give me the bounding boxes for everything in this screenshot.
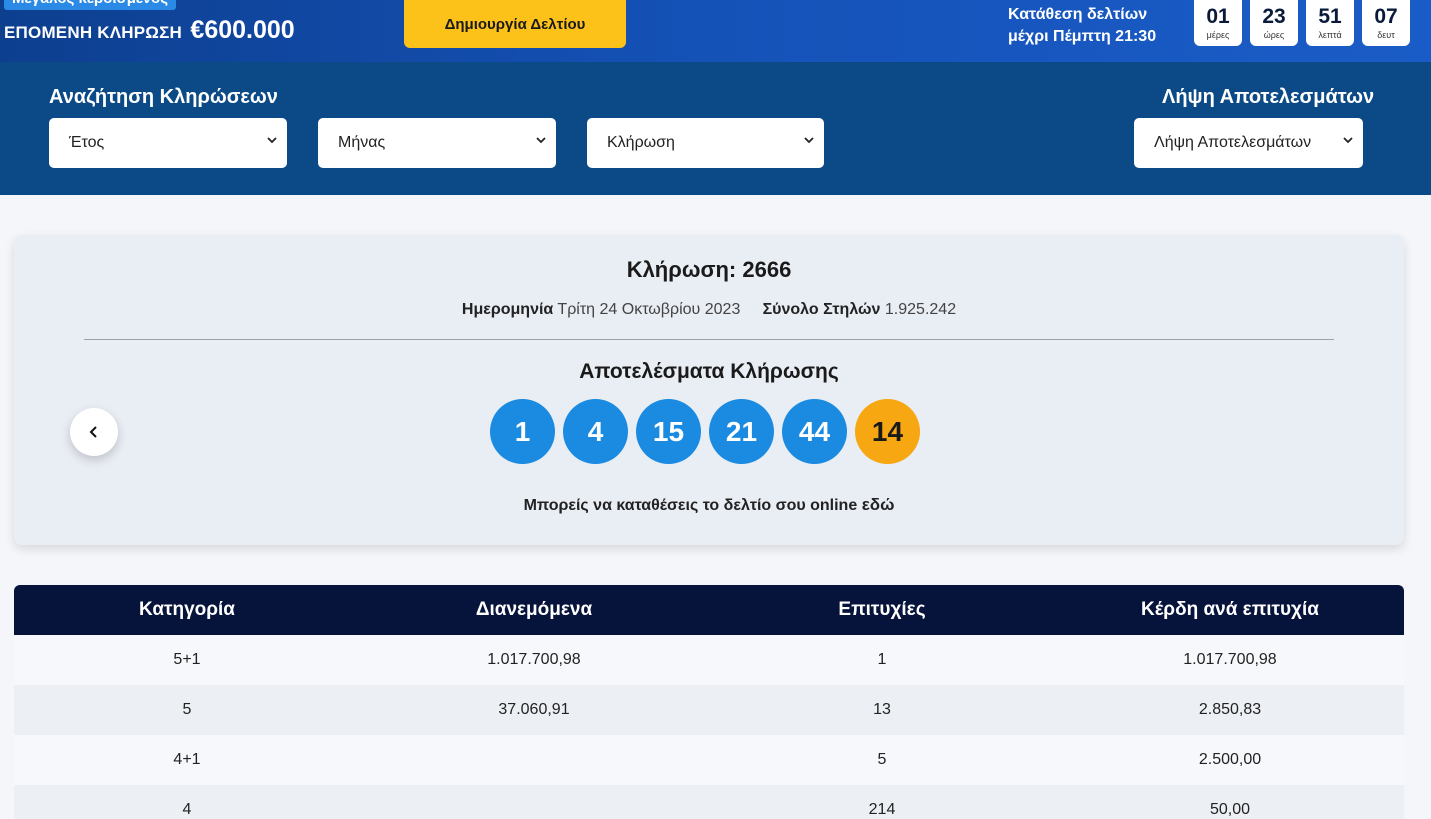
header-winners: Επιτυχίες — [838, 599, 926, 620]
table-row: 4 214 50,00 — [14, 785, 1404, 819]
countdown-minutes: 51 λεπτά — [1306, 0, 1354, 46]
online-note: Μπορείς να καταθέσεις το δελτίο σου onli… — [14, 495, 1404, 515]
online-note-text: Μπορείς να καταθέσεις το δελτίο σου onli… — [523, 497, 858, 514]
draw-title: Κλήρωση: 2666 — [626, 257, 792, 282]
year-select-value: Έτος — [69, 134, 105, 151]
countdown-seconds: 07 δευτ — [1362, 0, 1410, 46]
countdown-days: 01 μέρες — [1194, 0, 1242, 46]
table-cell: 1.017.700,98 — [1183, 651, 1277, 668]
countdown-unit: ώρες — [1263, 30, 1285, 40]
table-row: 5+1 1.017.700,98 1 1.017.700,98 — [14, 635, 1404, 685]
countdown-hours: 23 ώρες — [1250, 0, 1298, 46]
countdown-value: 01 — [1206, 5, 1230, 28]
columns-label: Σύνολο Στηλών — [762, 301, 881, 318]
table-cell: 4+1 — [173, 751, 201, 768]
search-title: Αναζήτηση Κληρώσεων — [49, 86, 278, 108]
table-cell: 2.500,00 — [1198, 751, 1262, 768]
header-distributed: Διανεμόμενα — [475, 599, 593, 620]
number-ball: 4 — [563, 399, 628, 464]
header-category: Κατηγορία — [139, 599, 235, 620]
winning-numbers: 1 4 15 21 44 14 — [490, 399, 920, 465]
date-label: Ημερομηνία — [461, 301, 554, 318]
promo-tag: Μεγάλος κερδισμένος — [4, 0, 177, 10]
next-draw-amount: €600.000 — [190, 16, 295, 44]
countdown-value: 23 — [1262, 5, 1286, 28]
countdown-value: 07 — [1374, 5, 1398, 28]
prize-table: Κατηγορία Διανεμόμενα Επιτυχίες Κέρδη αν… — [14, 585, 1404, 819]
month-select-value: Μήνας — [338, 134, 386, 151]
table-header: Κατηγορία Διανεμόμενα Επιτυχίες Κέρδη αν… — [14, 585, 1404, 635]
chevron-down-icon — [536, 137, 546, 144]
deadline-line1: Κατάθεση δελτίων — [1008, 6, 1148, 23]
chevron-left-icon — [89, 426, 97, 438]
online-link[interactable]: εδώ — [862, 495, 895, 514]
table-cell: 1 — [877, 651, 887, 668]
countdown-unit: δευτ — [1377, 30, 1395, 40]
number-ball: 1 — [490, 399, 555, 464]
next-draw-jackpot: ΕΠΟΜΕΝΗ ΚΛΗΡΩΣΗ €600.000 — [4, 16, 295, 45]
number-ball: 21 — [709, 399, 774, 464]
year-select[interactable]: Έτος — [49, 118, 287, 168]
chevron-down-icon — [267, 137, 277, 144]
table-cell: 37.060,91 — [498, 701, 570, 718]
next-draw-label: ΕΠΟΜΕΝΗ ΚΛΗΡΩΣΗ — [4, 23, 182, 42]
table-cell: 1.017.700,98 — [487, 651, 581, 668]
table-cell: 5 — [182, 701, 192, 718]
download-title: Λήψη Αποτελεσμάτων — [1162, 86, 1375, 108]
deadline-line2: μέχρι Πέμπτη 21:30 — [1008, 28, 1157, 45]
bonus-number-ball: 14 — [855, 399, 920, 464]
table-cell: 13 — [873, 701, 891, 718]
table-cell: 2.850,83 — [1198, 701, 1262, 718]
table-cell: 5+1 — [173, 651, 201, 668]
download-results-select[interactable]: Λήψη Αποτελεσμάτων — [1134, 118, 1363, 168]
draw-select[interactable]: Κλήρωση — [587, 118, 824, 168]
countdown-value: 51 — [1318, 5, 1342, 28]
month-select[interactable]: Μήνας — [318, 118, 556, 168]
divider — [84, 339, 1334, 340]
countdown-unit: λεπτά — [1318, 30, 1342, 40]
draw-meta: Ημερομηνία Τρίτη 24 Οκτωβρίου 2023 Σύνολ… — [14, 301, 1404, 319]
table-row: 5 37.060,91 13 2.850,83 — [14, 685, 1404, 735]
previous-draw-button[interactable] — [70, 408, 118, 456]
draw-result-card: Κλήρωση: 2666 Ημερομηνία Τρίτη 24 Οκτωβρ… — [14, 235, 1404, 545]
deadline-text: Κατάθεση δελτίων μέχρι Πέμπτη 21:30 — [1008, 4, 1156, 48]
download-select-value: Λήψη Αποτελεσμάτων — [1154, 134, 1312, 151]
table-cell: 4 — [182, 801, 192, 818]
number-ball: 44 — [782, 399, 847, 464]
number-ball: 15 — [636, 399, 701, 464]
results-title: Αποτελέσματα Κλήρωσης — [579, 360, 839, 383]
countdown-unit: μέρες — [1206, 30, 1230, 40]
chevron-down-icon — [1343, 137, 1353, 144]
header-prize-per-winner: Κέρδη ανά επιτυχία — [1141, 599, 1319, 620]
table-cell: 5 — [877, 751, 887, 768]
table-cell: 214 — [868, 801, 896, 818]
columns-value: 1.925.242 — [884, 301, 957, 318]
create-ticket-button[interactable]: Δημιουργία Δελτίου — [404, 0, 626, 48]
chevron-down-icon — [804, 137, 814, 144]
table-cell: 50,00 — [1209, 801, 1251, 818]
table-row: 4+1 5 2.500,00 — [14, 735, 1404, 785]
draw-select-value: Κλήρωση — [607, 134, 675, 151]
top-bar: Μεγάλος κερδισμένος ΕΠΟΜΕΝΗ ΚΛΗΡΩΣΗ €600… — [0, 0, 1431, 62]
date-value: Τρίτη 24 Οκτωβρίου 2023 — [557, 301, 741, 318]
search-band: Αναζήτηση Κληρώσεων Έτος Μήνας Κλήρωση Λ… — [0, 62, 1431, 195]
